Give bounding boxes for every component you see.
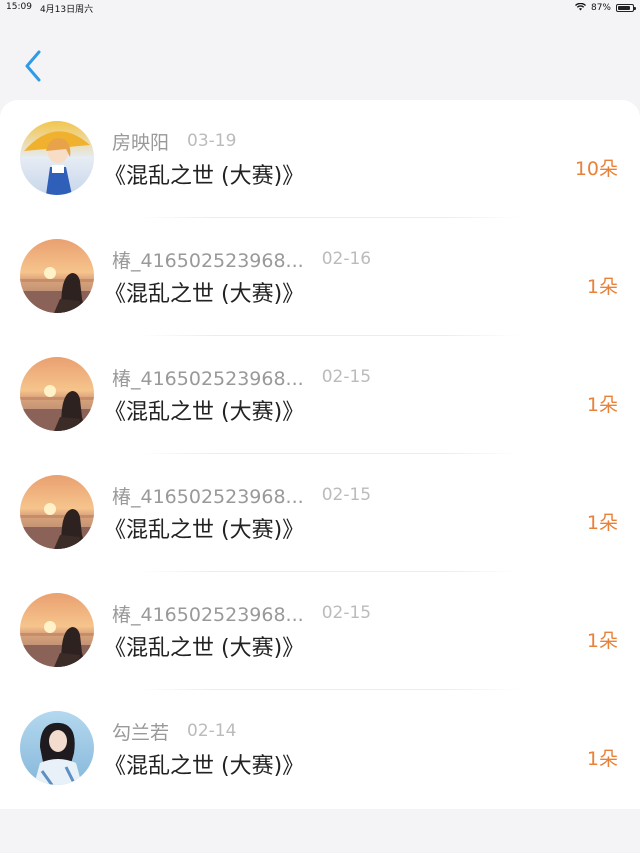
- list-item[interactable]: 椿_416502523968... 02-15 《混乱之世 (大赛)》 1朵: [0, 336, 640, 454]
- gift-date: 02-15: [321, 485, 372, 505]
- gift-date: 03-19: [187, 131, 237, 151]
- back-button[interactable]: [18, 46, 48, 86]
- gift-date: 02-14: [187, 721, 237, 741]
- avatar[interactable]: [20, 121, 94, 195]
- wifi-icon: [574, 2, 586, 14]
- work-title: 《混乱之世 (大赛)》: [104, 518, 305, 543]
- list-item[interactable]: 房映阳 03-19 《混乱之世 (大赛)》 10朵: [0, 100, 640, 218]
- user-name[interactable]: 椿_416502523968...: [112, 246, 304, 273]
- status-time: 15:09: [6, 1, 32, 12]
- gift-date: 02-16: [321, 249, 372, 269]
- user-name[interactable]: 勾兰若: [112, 718, 169, 745]
- list-item[interactable]: 椿_416502523968... 02-15 《混乱之世 (大赛)》 1朵: [0, 454, 640, 572]
- flower-amount: 1朵: [586, 276, 618, 298]
- gift-date: 02-15: [321, 603, 372, 623]
- work-title: 《混乱之世 (大赛)》: [104, 164, 305, 189]
- user-name[interactable]: 椿_416502523968...: [112, 364, 304, 391]
- status-date: 4月13日周六: [39, 4, 94, 15]
- work-title: 《混乱之世 (大赛)》: [104, 754, 305, 779]
- gift-date: 02-15: [321, 367, 372, 387]
- status-bar: 15:09 4月13日周六 87%: [0, 0, 640, 16]
- user-info: 椿_416502523968... 02-15: [112, 482, 372, 509]
- user-info: 房映阳 03-19: [112, 128, 237, 155]
- flower-amount: 1朵: [586, 748, 618, 770]
- avatar[interactable]: [20, 711, 94, 785]
- user-name[interactable]: 椿_416502523968...: [112, 600, 304, 627]
- work-title: 《混乱之世 (大赛)》: [104, 400, 305, 425]
- battery-percent: 87%: [590, 3, 611, 13]
- work-title: 《混乱之世 (大赛)》: [104, 636, 305, 661]
- user-name[interactable]: 椿_416502523968...: [112, 482, 304, 509]
- flower-amount: 1朵: [586, 394, 618, 416]
- flower-amount: 1朵: [586, 512, 618, 534]
- avatar[interactable]: [20, 357, 94, 431]
- user-name[interactable]: 房映阳: [112, 128, 169, 155]
- battery-icon: [616, 4, 636, 12]
- list-item[interactable]: 椿_416502523968... 02-15 《混乱之世 (大赛)》 1朵: [0, 572, 640, 690]
- avatar[interactable]: [20, 475, 94, 549]
- navigation-bar: [0, 16, 640, 100]
- gift-record-list: 房映阳 03-19 《混乱之世 (大赛)》 10朵椿_416502523968... 0…: [0, 100, 640, 809]
- flower-amount: 1朵: [586, 630, 618, 652]
- flower-amount: 10朵: [574, 158, 618, 180]
- work-title: 《混乱之世 (大赛)》: [104, 282, 305, 307]
- list-item[interactable]: 椿_416502523968... 02-16 《混乱之世 (大赛)》 1朵: [0, 218, 640, 336]
- avatar[interactable]: [20, 593, 94, 667]
- user-info: 椿_416502523968... 02-15: [112, 364, 372, 391]
- footer-area: [0, 809, 640, 853]
- user-info: 勾兰若 02-14: [112, 718, 237, 745]
- list-item[interactable]: 勾兰若 02-14 《混乱之世 (大赛)》 1朵: [0, 690, 640, 808]
- user-info: 椿_416502523968... 02-15: [112, 600, 372, 627]
- avatar[interactable]: [20, 239, 94, 313]
- chevron-left-icon: [25, 50, 41, 82]
- user-info: 椿_416502523968... 02-16: [112, 246, 372, 273]
